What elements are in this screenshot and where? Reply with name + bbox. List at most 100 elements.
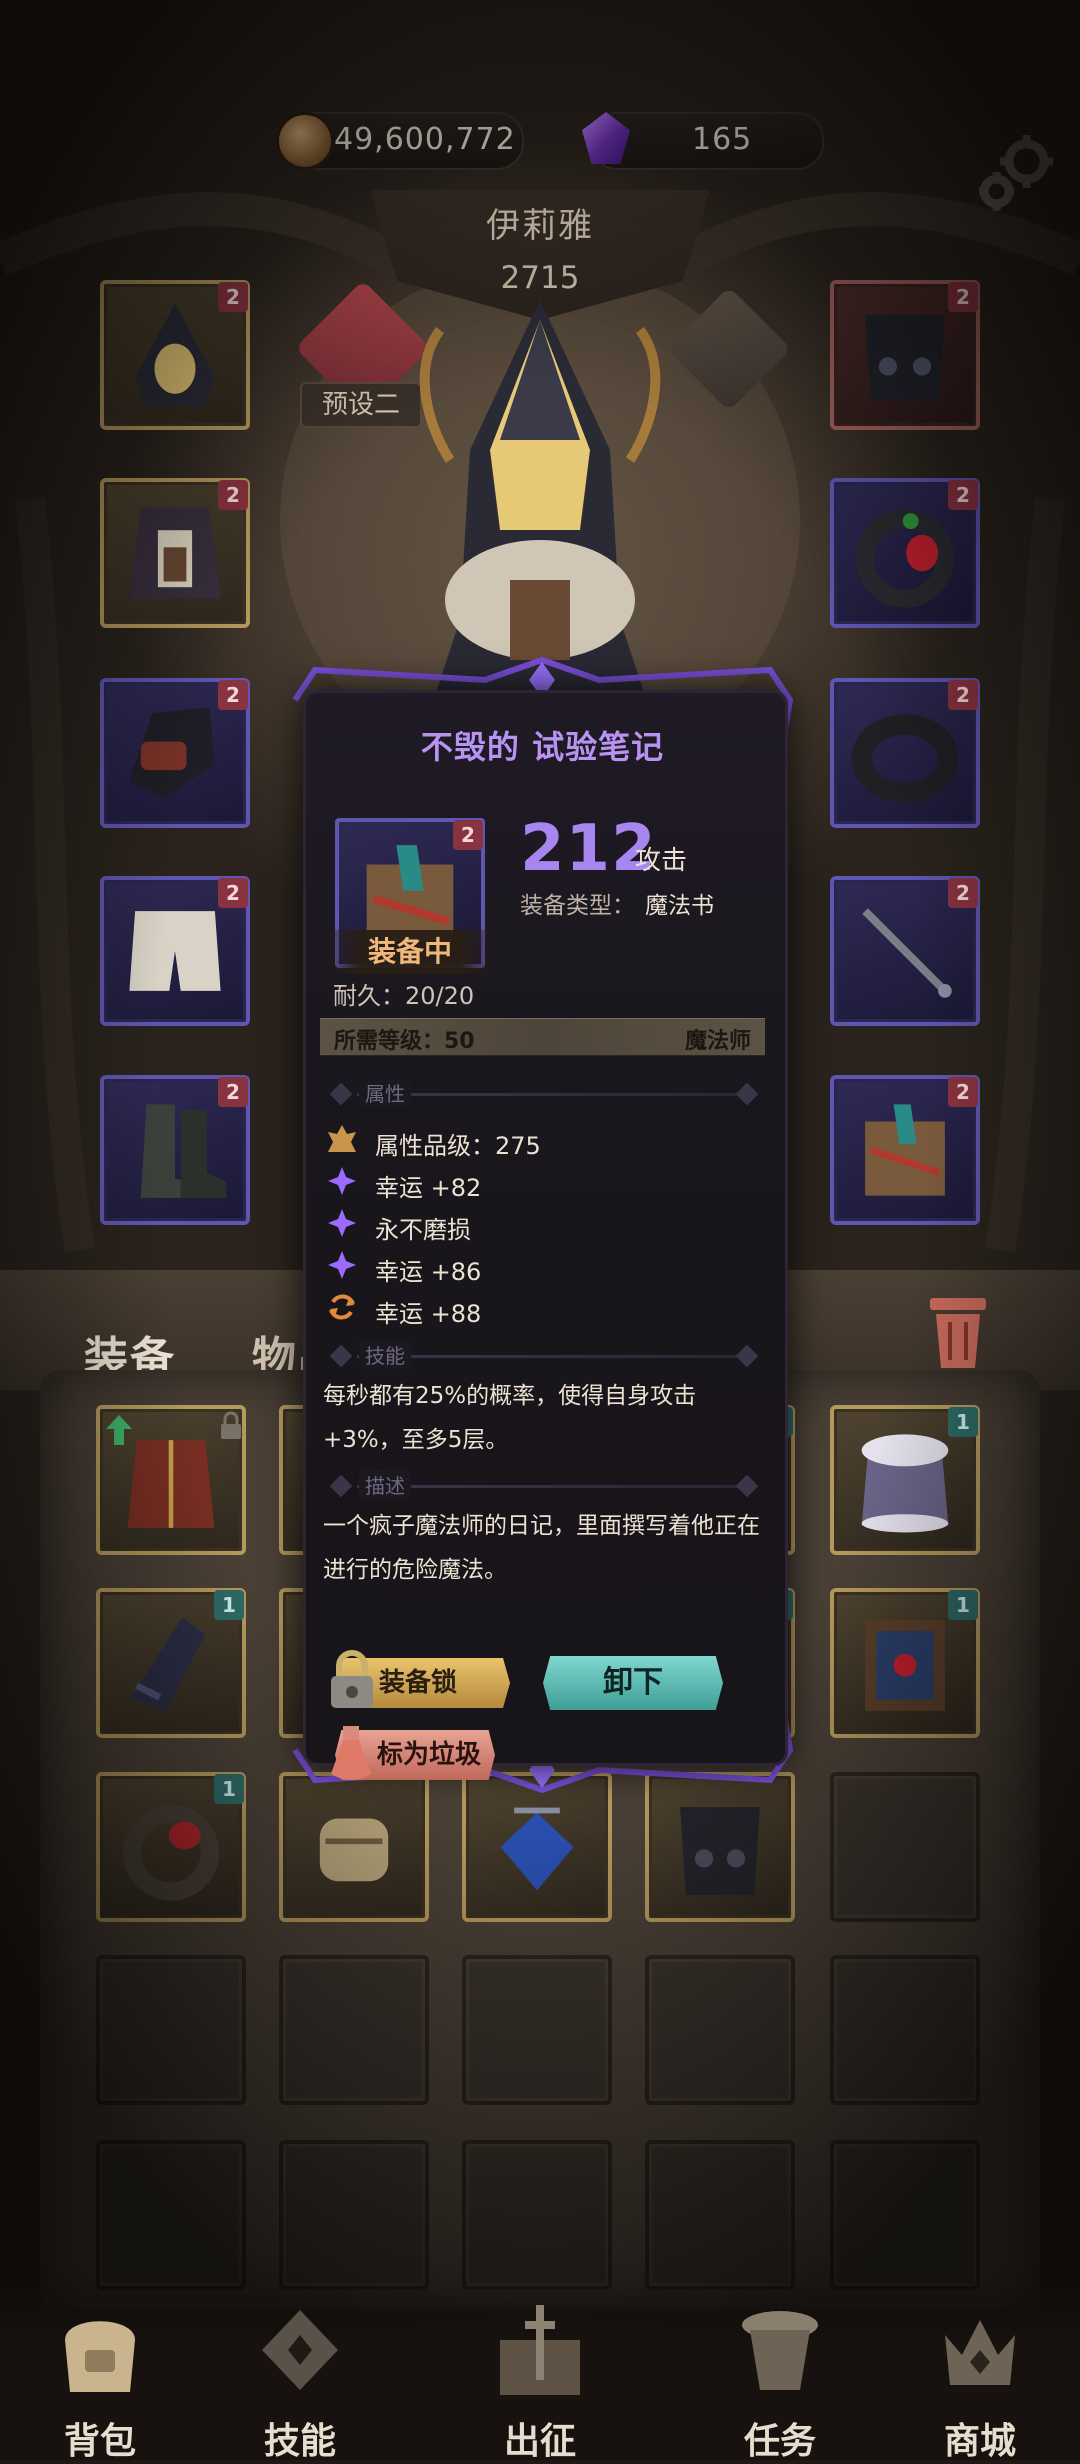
gold-counter: 49,600,772 [276,112,524,170]
inventory-slot-empty[interactable] [279,2140,429,2290]
junk-flask-icon [331,1726,371,1780]
stat-text: 幸运 +88 [375,1300,482,1328]
equip-slot-offhand[interactable]: 2 [830,1075,980,1225]
equip-slot-chest[interactable]: 2 [100,478,250,628]
dark-ring-icon [851,714,959,804]
rank-badge: 2 [948,1077,978,1107]
inventory-slot[interactable] [96,1405,246,1555]
equip-type-value: 魔法书 [645,893,714,919]
fur-coat-icon [861,1434,949,1533]
sapphire-amulet-icon [500,1807,574,1891]
inventory-slot-empty[interactable] [462,2140,612,2290]
rank-badge: 1 [948,1590,978,1620]
inventory-slot-empty[interactable] [830,1772,980,1922]
stat-text: 幸运 +86 [375,1258,482,1286]
backpack-icon [65,2321,135,2392]
equip-slot-armor[interactable]: 2 [830,280,980,430]
inventory-slot-empty[interactable] [830,2140,980,2290]
stone-fist-icon [319,1818,389,1882]
rank-badge: 1 [948,1407,978,1437]
hero-portrait [419,300,661,710]
trash-can-icon[interactable] [908,1280,1008,1380]
equip-type-label: 装备类型： [520,893,635,919]
lock-icon [221,1411,241,1439]
equip-lock-label: 装备锁 [379,1668,458,1698]
equip-slot-hands[interactable]: 2 [100,678,250,828]
ornate-book-icon [865,1619,945,1711]
spellbook-icon [865,1104,945,1196]
equip-slot-ring-1[interactable]: 2 [830,478,980,628]
shop-crown-icon [945,2320,1015,2385]
gauntlet-icon [129,707,215,799]
required-class: 魔法师 [684,1029,751,1054]
purple-star-icon [328,1209,356,1237]
inventory-slot-empty[interactable] [830,1955,980,2105]
inventory-slot-empty[interactable] [279,1955,429,2105]
mark-as-junk-label: 标为垃圾 [377,1740,482,1770]
gem-ring-icon [855,509,955,608]
nav-shop[interactable]: 商城 [900,2300,1060,2462]
nav-quests[interactable]: 任务 [700,2300,860,2462]
sword-map-icon [500,2305,580,2395]
stat-row: 幸运 +82 [325,1164,765,1204]
rank-badge: 2 [948,680,978,710]
requirement-bar: 所需等级：50 魔法师 [320,1018,765,1056]
attack-label: 攻击 [635,846,688,876]
serpent-ring-icon [123,1804,219,1901]
rank-badge: 2 [453,820,483,850]
item-description: 一个疯子魔法师的日记，里面撰写着他正在进行的危险魔法。 [323,1513,760,1583]
hood-icon [135,303,215,407]
attributes-header-label: 属性 [359,1078,411,1107]
skill-header: 技能 [329,1340,759,1372]
equipped-tag: 装备中 [325,930,495,974]
cloak-icon [129,507,221,599]
wand-icon [862,908,952,998]
rank-badge: 2 [218,680,248,710]
quest-scroll-icon [742,2311,818,2390]
shorts-icon [129,911,221,991]
upgrade-arrow-icon [106,1415,132,1445]
rank-badge: 2 [948,282,978,312]
rank-badge: 2 [218,282,248,312]
inventory-slot[interactable]: 1 [830,1588,980,1738]
item-title: 不毁的 试验笔记 [420,728,665,766]
nav-skills[interactable]: 技能 [220,2300,380,2462]
nav-bag-label: 背包 [63,2421,136,2462]
rank-badge: 1 [214,1774,244,1804]
inventory-slot[interactable]: 1 [96,1588,246,1738]
unequip-button[interactable]: 卸下 [543,1656,723,1710]
item-detail-popup: 不毁的 试验笔记 2 装备中 212 攻击 装备类型： 魔法书 耐久：20/20… [285,650,800,1800]
unequip-label: 卸下 [603,1665,663,1700]
quality-crest-icon [328,1125,356,1152]
nav-bag[interactable]: 背包 [20,2300,180,2462]
purple-star-icon [328,1251,356,1279]
equip-slot-weapon[interactable]: 2 [830,876,980,1026]
gold-amount: 49,600,772 [334,122,516,157]
equip-slot-head[interactable]: 2 [100,280,250,430]
inventory-slot[interactable]: 1 [96,1772,246,1922]
purple-star-icon [328,1167,356,1195]
gold-coin-icon [276,112,334,170]
inventory-slot-empty[interactable] [96,1955,246,2105]
inventory-slot-empty[interactable] [462,1955,612,2105]
skill-header-label: 技能 [359,1340,411,1369]
nav-shop-label: 商城 [943,2421,1016,2462]
nav-skills-label: 技能 [263,2421,336,2462]
nav-deploy-label: 出征 [503,2421,576,2462]
rank-badge: 2 [948,480,978,510]
equip-slot-feet[interactable]: 2 [100,1075,250,1225]
durability: 耐久：20/20 [333,982,475,1010]
crystal-counter: 165 [582,112,824,170]
equip-slot-legs[interactable]: 2 [100,876,250,1026]
stat-text: 永不磨损 [375,1216,471,1244]
inventory-slot[interactable]: 1 [830,1405,980,1555]
nav-deploy[interactable]: 出征 [460,2300,620,2462]
inventory-slot-empty[interactable] [96,2140,246,2290]
nav-quests-label: 任务 [743,2421,816,2462]
stat-row: 幸运 +86 [325,1248,765,1288]
dark-gauntlet-icon [131,1617,206,1711]
inventory-slot-empty[interactable] [645,1955,795,2105]
orange-cycle-icon [329,1294,355,1320]
equip-slot-ring-2[interactable]: 2 [830,678,980,828]
inventory-slot-empty[interactable] [645,2140,795,2290]
